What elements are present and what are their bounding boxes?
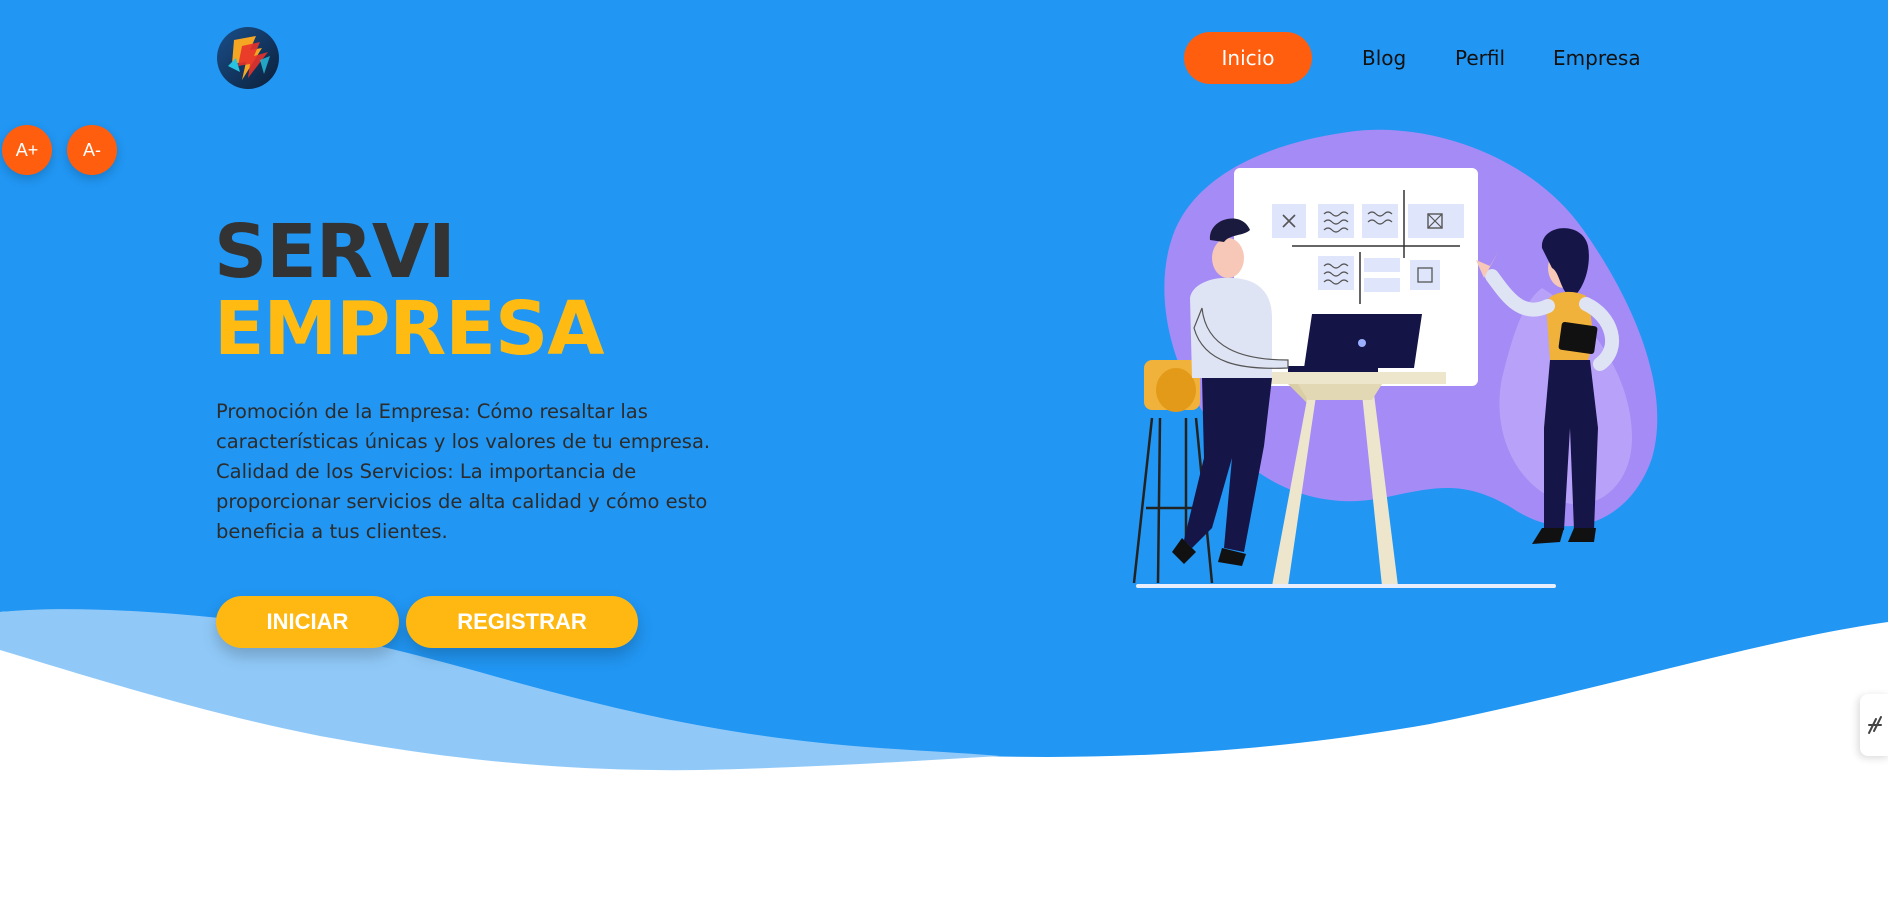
hero-title-line2: EMPRESA xyxy=(214,286,605,372)
hero-description: Promoción de la Empresa: Cómo resaltar l… xyxy=(216,400,711,543)
nav-item-empresa[interactable]: Empresa xyxy=(1553,32,1641,84)
main-nav: Inicio Blog Perfil Empresa xyxy=(0,32,1888,84)
team-whiteboard-illustration xyxy=(1132,129,1658,588)
nav-item-blog[interactable]: Blog xyxy=(1362,32,1406,84)
registrar-button[interactable]: REGISTRAR xyxy=(406,596,638,648)
font-decrease-button[interactable]: A- xyxy=(67,125,117,175)
hero-title-line1: SERVI xyxy=(214,209,456,295)
hero-section: Inicio Blog Perfil Empresa A+ A- SERVI E… xyxy=(0,0,1888,914)
iniciar-button[interactable]: INICIAR xyxy=(216,596,399,648)
accessibility-widget-icon xyxy=(1868,716,1882,734)
nav-item-perfil[interactable]: Perfil xyxy=(1455,32,1505,84)
font-increase-button[interactable]: A+ xyxy=(2,125,52,175)
nav-item-inicio[interactable]: Inicio xyxy=(1184,32,1312,84)
side-widget[interactable] xyxy=(1860,694,1888,756)
